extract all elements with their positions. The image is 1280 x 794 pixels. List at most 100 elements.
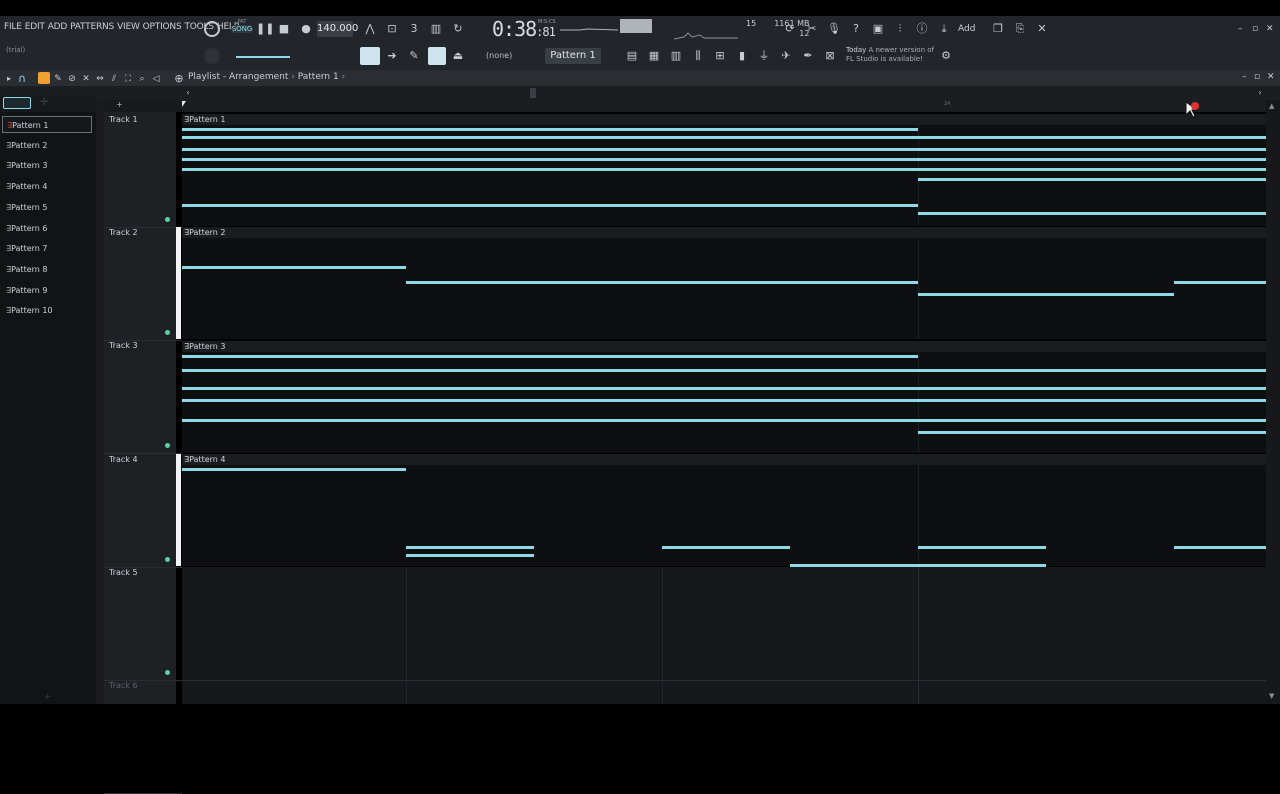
track-name[interactable]: Track 2 <box>109 228 138 237</box>
stop-icon[interactable]: ■ <box>278 21 290 37</box>
track-mute-led[interactable] <box>165 330 170 335</box>
cart-icon[interactable]: ⊠ <box>822 48 838 64</box>
clip-header[interactable]: ∃Pattern 3 <box>182 341 1266 352</box>
playback-tool-icon[interactable]: ◁ <box>150 71 162 87</box>
snap-selector[interactable]: (none) <box>486 51 512 60</box>
mixer-icon[interactable]: ⫶ <box>892 21 908 37</box>
slip-tool-icon[interactable]: ⇔ <box>94 71 106 87</box>
playlist-close-icon[interactable]: ✕ <box>1267 72 1275 82</box>
countdown-icon[interactable]: 3 <box>406 21 422 37</box>
help-icon[interactable]: ? <box>848 21 864 37</box>
piano-roll-icon[interactable]: ▥ <box>668 48 684 64</box>
pattern-item[interactable]: ∃Pattern 1 <box>2 116 92 133</box>
pattern-item[interactable]: ∃Pattern 9 <box>2 282 92 299</box>
menu-add[interactable]: ADD <box>48 22 68 32</box>
track-mute-led[interactable] <box>165 670 170 675</box>
stamp-icon[interactable]: ⏏ <box>450 48 466 64</box>
track-name[interactable]: Track 1 <box>109 115 138 124</box>
feather-icon[interactable]: ✒ <box>800 48 816 64</box>
record-icon[interactable]: ● <box>300 21 312 37</box>
pattern-clip[interactable]: ∃Pattern 1 <box>182 114 1266 226</box>
plug-icon[interactable]: ⏚ <box>756 48 772 64</box>
close-plugin-icon[interactable]: ✕ <box>1034 21 1050 37</box>
scroll-right-icon[interactable]: › <box>1255 85 1265 101</box>
playhead-marker[interactable] <box>182 101 186 107</box>
clip-header[interactable]: ∃Pattern 4 <box>182 454 1266 465</box>
clip-header[interactable]: ∃Pattern 2 <box>182 227 1266 238</box>
menu-file[interactable]: FILE <box>4 22 22 32</box>
pattern-item[interactable]: ∃Pattern 7 <box>2 240 92 257</box>
pattern-item[interactable]: ∃Pattern 2 <box>2 137 92 154</box>
panel-divider[interactable] <box>96 100 104 704</box>
tempo-tapper-icon[interactable]: ✈ <box>778 48 794 64</box>
download-icon[interactable]: ⤓ <box>936 21 952 37</box>
picker-add-icon[interactable]: ✛ <box>40 97 52 109</box>
save-icon[interactable]: ▣ <box>870 21 886 37</box>
menu-arrow-icon[interactable]: ▸ <box>4 71 14 87</box>
info-icon[interactable]: ⓘ <box>914 21 930 37</box>
pattern-item[interactable]: ∃Pattern 6 <box>2 220 92 237</box>
tempo-display[interactable]: 140.000 <box>317 21 358 37</box>
arrow-right-icon[interactable]: ➜ <box>384 48 400 64</box>
browser-icon[interactable]: ▮ <box>734 48 750 64</box>
picker-patterns-tab[interactable] <box>3 97 31 109</box>
clip-header[interactable]: ∃Pattern 1 <box>182 114 1266 125</box>
add-button[interactable]: Add <box>958 24 975 34</box>
track-mute-led[interactable] <box>165 557 170 562</box>
select-tool-icon[interactable]: ⛶ <box>122 71 134 87</box>
master-pitch-knob[interactable] <box>204 48 220 64</box>
pattern-clip[interactable]: ∃Pattern 3 <box>182 341 1266 453</box>
pattern-clip[interactable]: ∃Pattern 4 <box>182 454 1266 567</box>
loop-record-icon[interactable]: ↻ <box>450 21 466 37</box>
playlist-view-button[interactable] <box>360 47 380 65</box>
news-gear-icon[interactable]: ⚙ <box>938 48 954 64</box>
zoom-tool-icon[interactable]: ⌕ <box>136 71 148 87</box>
menu-view[interactable]: VIEW <box>117 22 140 32</box>
link-button[interactable] <box>428 47 446 65</box>
pattern-item[interactable]: ∃Pattern 3 <box>2 157 92 174</box>
update-notice[interactable]: Today A newer version of FL Studio is av… <box>846 46 934 64</box>
pattern-item[interactable]: ∃Pattern 10 <box>2 302 92 319</box>
restore-icon[interactable]: ▫ <box>1252 24 1258 34</box>
master-volume-slider[interactable] <box>236 56 290 58</box>
step-edit-icon[interactable]: ▥ <box>428 21 444 37</box>
pattern-item[interactable]: ∃Pattern 4 <box>2 178 92 195</box>
breadcrumb-pattern[interactable]: Pattern 1 <box>298 72 339 82</box>
brush-icon[interactable]: ✎ <box>406 48 422 64</box>
track-selection-bar[interactable] <box>176 227 181 339</box>
paint-tool-icon[interactable]: ✎ <box>52 71 64 87</box>
track-selection-bar[interactable] <box>176 454 181 566</box>
master-volume-knob[interactable] <box>204 21 220 37</box>
picker-plus-icon[interactable]: + <box>44 692 52 702</box>
fx-icon[interactable]: ✂ <box>804 21 820 37</box>
pat-song-toggle[interactable]: PAT SONG <box>231 19 253 39</box>
playlist-minimize-icon[interactable]: – <box>1242 72 1247 82</box>
track-mute-led[interactable] <box>165 443 170 448</box>
empty-lane-track-5[interactable] <box>182 567 1266 704</box>
microphone-icon[interactable]: 🎙︎ <box>826 21 842 37</box>
pattern-item[interactable]: ∃Pattern 5 <box>2 199 92 216</box>
track-name[interactable]: Track 5 <box>109 568 138 577</box>
delete-tool-icon[interactable]: ⊘ <box>66 71 78 87</box>
vertical-scrollbar[interactable]: ▲ ▼ <box>1266 100 1280 704</box>
mute-tool-icon[interactable]: ✕ <box>80 71 92 87</box>
pattern-item[interactable]: ∃Pattern 8 <box>2 261 92 278</box>
scroll-down-icon[interactable]: ▼ <box>1269 692 1274 700</box>
channel-rack-icon[interactable]: ▦ <box>646 48 662 64</box>
playlist-icon[interactable]: ▤ <box>624 48 640 64</box>
slice-tool-icon[interactable]: ⫽ <box>108 71 120 87</box>
mixer-view-icon[interactable]: ⫼ <box>690 48 706 64</box>
menu-edit[interactable]: EDIT <box>25 22 45 32</box>
magnet-icon[interactable]: ∩ <box>16 71 28 87</box>
refresh-icon[interactable]: ⟳ <box>782 21 798 37</box>
horizontal-scroll-thumb[interactable] <box>530 88 536 98</box>
track-name[interactable]: Track 3 <box>109 341 138 350</box>
pattern-selector[interactable]: Pattern 1 <box>545 48 601 64</box>
minimize-icon[interactable]: – <box>1238 24 1243 34</box>
track-name[interactable]: Track 6 <box>109 681 138 690</box>
copy-icon[interactable]: ❐ <box>990 21 1006 37</box>
add-track-icon[interactable]: + <box>116 100 123 109</box>
menu-patterns[interactable]: PATTERNS <box>70 22 114 32</box>
close-icon[interactable]: ✕ <box>1266 24 1274 34</box>
track-name[interactable]: Track 4 <box>109 455 138 464</box>
